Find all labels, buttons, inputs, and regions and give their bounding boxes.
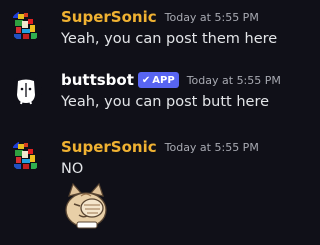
message-header: SuperSonic Today at 5:55 PM [61, 138, 259, 156]
sonic-pixel-avatar[interactable] [10, 10, 42, 42]
username[interactable]: SuperSonic [61, 138, 157, 156]
message-header: SuperSonic Today at 5:55 PM [61, 8, 259, 26]
butt-bot-avatar[interactable] [10, 75, 42, 107]
message-header: buttsbot ✔ APP Today at 5:55 PM [61, 71, 281, 89]
message-text: NO [61, 161, 84, 177]
message-text: Yeah, you can post them here [61, 31, 278, 47]
facepalm-cat-sticker[interactable] [61, 182, 111, 230]
message-text: Yeah, you can post butt here [61, 94, 270, 110]
check-icon: ✔ [141, 74, 151, 86]
timestamp: Today at 5:55 PM [164, 140, 259, 154]
timestamp: Today at 5:55 PM [186, 73, 281, 87]
sonic-pixel-avatar[interactable] [10, 140, 42, 172]
timestamp: Today at 5:55 PM [164, 10, 259, 24]
username[interactable]: buttsbot [61, 71, 134, 89]
username[interactable]: SuperSonic [61, 8, 157, 26]
app-badge: ✔ APP [137, 72, 179, 88]
app-badge-label: APP [152, 74, 175, 86]
